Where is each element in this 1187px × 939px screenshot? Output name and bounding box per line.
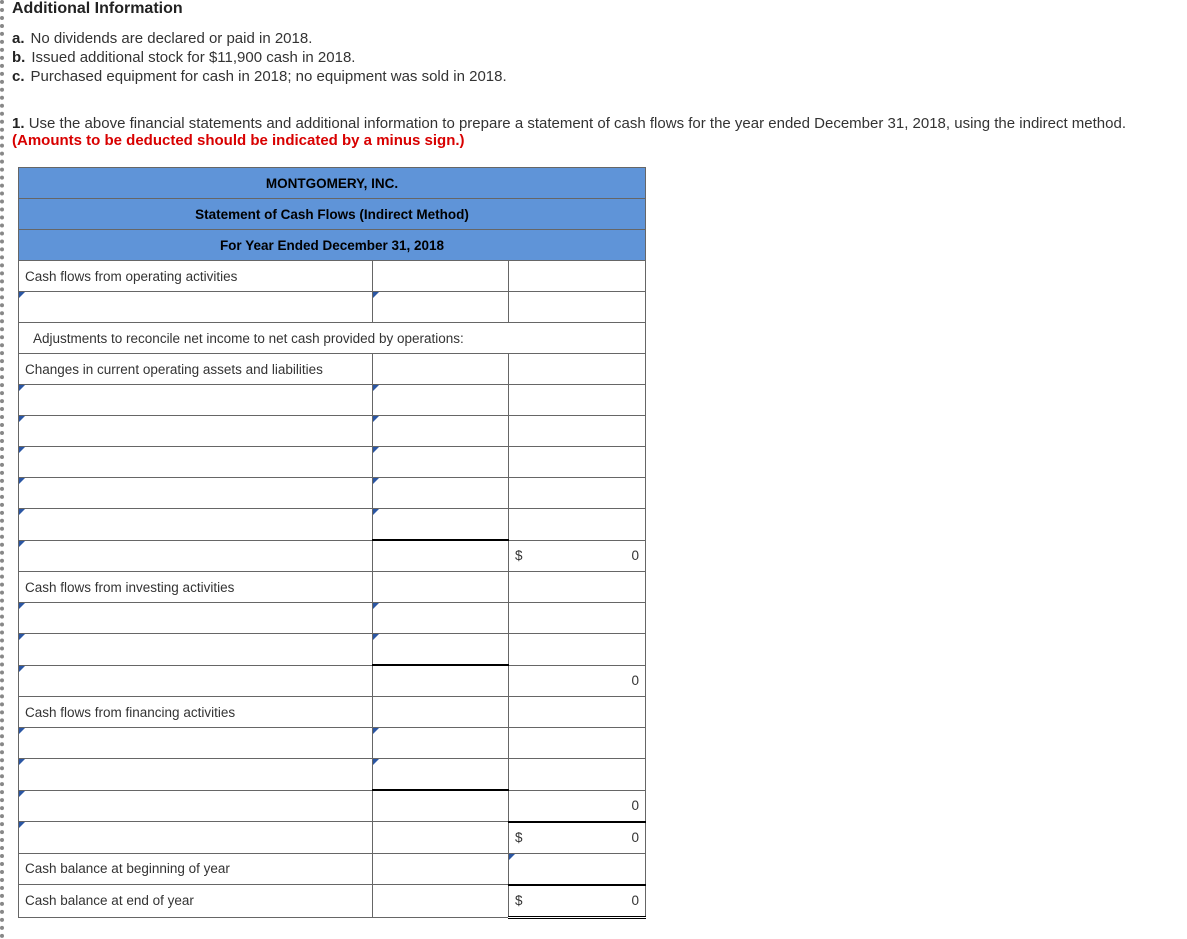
total-value: 0	[631, 548, 639, 563]
question-number: 1.	[12, 115, 25, 132]
cell-empty	[509, 759, 646, 791]
info-text-b: Issued additional stock for $11,900 cash…	[31, 49, 355, 66]
dollar-sign: $	[515, 893, 523, 908]
input-label[interactable]	[19, 790, 373, 822]
cell-empty	[372, 665, 508, 697]
investing-total: 0	[509, 665, 646, 697]
input-amount[interactable]	[372, 634, 508, 666]
cell-empty	[372, 540, 508, 572]
cell-empty	[372, 885, 508, 918]
investing-header: Cash flows from investing activities	[19, 572, 373, 603]
info-item-b: b.Issued additional stock for $11,900 ca…	[12, 49, 1187, 66]
cell-empty	[372, 790, 508, 822]
cell-empty	[509, 728, 646, 759]
total-value: 0	[631, 798, 639, 813]
input-label[interactable]	[19, 822, 373, 854]
cell-empty	[372, 697, 508, 728]
question-body: Use the above financial statements and a…	[29, 115, 1126, 132]
input-label[interactable]	[19, 416, 373, 447]
question-hint: (Amounts to be deducted should be indica…	[12, 132, 465, 149]
info-item-a: a.No dividends are declared or paid in 2…	[12, 30, 1187, 47]
financing-header: Cash flows from financing activities	[19, 697, 373, 728]
input-amount[interactable]	[372, 478, 508, 509]
operating-header: Cash flows from operating activities	[19, 261, 373, 292]
cell-empty	[372, 261, 508, 292]
cell-empty	[509, 478, 646, 509]
cash-flow-table: MONTGOMERY, INC. Statement of Cash Flows…	[18, 167, 646, 919]
info-text-c: Purchased equipment for cash in 2018; no…	[31, 68, 507, 85]
cell-empty	[372, 822, 508, 854]
input-amount[interactable]	[372, 416, 508, 447]
adjustments-label: Adjustments to reconcile net income to n…	[19, 323, 646, 354]
cell-empty	[509, 697, 646, 728]
info-text-a: No dividends are declared or paid in 201…	[31, 30, 313, 47]
financing-total: 0	[509, 790, 646, 822]
cell-empty	[509, 603, 646, 634]
input-label[interactable]	[19, 603, 373, 634]
input-label[interactable]	[19, 634, 373, 666]
info-item-c: c.Purchased equipment for cash in 2018; …	[12, 68, 1187, 85]
input-label[interactable]	[19, 478, 373, 509]
cell-empty	[509, 385, 646, 416]
beginning-balance-input[interactable]	[509, 853, 646, 885]
input-amount[interactable]	[372, 385, 508, 416]
cell-empty	[372, 853, 508, 885]
statement-title: Statement of Cash Flows (Indirect Method…	[19, 199, 646, 230]
period-header: For Year Ended December 31, 2018	[19, 230, 646, 261]
info-list: a.No dividends are declared or paid in 2…	[12, 30, 1187, 85]
operating-total: $0	[509, 540, 646, 572]
ending-balance-total: $0	[509, 885, 646, 918]
total-value: 0	[631, 673, 639, 688]
dollar-sign: $	[515, 548, 523, 563]
total-value: 0	[631, 893, 639, 908]
company-header: MONTGOMERY, INC.	[19, 168, 646, 199]
input-label[interactable]	[19, 509, 373, 541]
ending-balance-label: Cash balance at end of year	[19, 885, 373, 918]
total-value: 0	[631, 830, 639, 845]
cell-empty	[509, 354, 646, 385]
input-amount[interactable]	[372, 509, 508, 541]
input-label[interactable]	[19, 292, 373, 323]
input-amount[interactable]	[372, 759, 508, 791]
input-label[interactable]	[19, 540, 373, 572]
input-label[interactable]	[19, 385, 373, 416]
cell-empty	[509, 634, 646, 666]
cell-empty	[509, 572, 646, 603]
cell-empty	[509, 509, 646, 541]
question-text: 1. Use the above financial statements an…	[12, 115, 1187, 149]
input-amount[interactable]	[372, 447, 508, 478]
cell-empty	[509, 447, 646, 478]
cell-empty	[509, 261, 646, 292]
net-change-total: $0	[509, 822, 646, 854]
cell-empty	[372, 354, 508, 385]
changes-label: Changes in current operating assets and …	[19, 354, 373, 385]
input-amount[interactable]	[372, 292, 508, 323]
beginning-balance-label: Cash balance at beginning of year	[19, 853, 373, 885]
input-label[interactable]	[19, 728, 373, 759]
input-amount[interactable]	[372, 603, 508, 634]
cell-empty	[509, 416, 646, 447]
input-amount[interactable]	[372, 728, 508, 759]
cell-empty	[509, 292, 646, 323]
cell-empty	[372, 572, 508, 603]
input-label[interactable]	[19, 759, 373, 791]
additional-info-heading: Additional Information	[12, 0, 1187, 18]
dollar-sign: $	[515, 830, 523, 845]
input-label[interactable]	[19, 665, 373, 697]
input-label[interactable]	[19, 447, 373, 478]
